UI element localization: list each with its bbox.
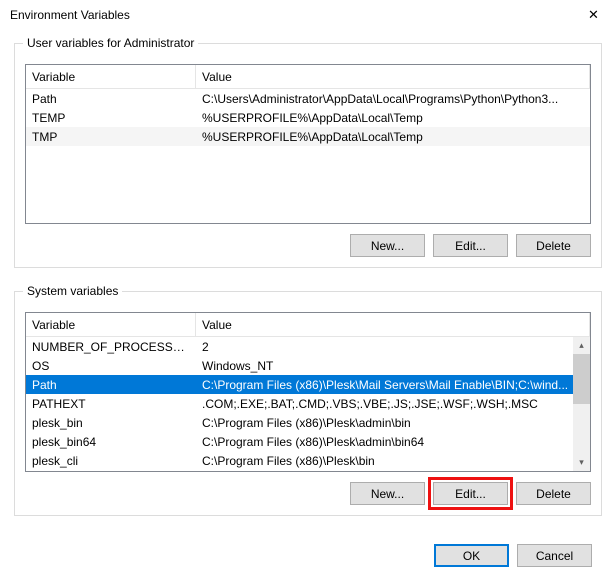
system-buttons-row: New... Edit... Delete — [25, 482, 591, 505]
table-row[interactable]: plesk_bin64 C:\Program Files (x86)\Plesk… — [26, 432, 590, 451]
system-group-legend: System variables — [23, 284, 122, 298]
scroll-down-icon[interactable]: ▾ — [573, 454, 590, 471]
user-group-legend: User variables for Administrator — [23, 36, 198, 50]
user-delete-button[interactable]: Delete — [516, 234, 591, 257]
table-row[interactable]: plesk_cli C:\Program Files (x86)\Plesk\b… — [26, 451, 590, 470]
table-row-selected[interactable]: Path C:\Program Files (x86)\Plesk\Mail S… — [26, 375, 590, 394]
user-list-header: Variable Value — [26, 65, 590, 89]
scroll-thumb[interactable] — [573, 354, 590, 404]
system-delete-button[interactable]: Delete — [516, 482, 591, 505]
table-row[interactable]: plesk_bin C:\Program Files (x86)\Plesk\a… — [26, 413, 590, 432]
table-row[interactable]: PATHEXT .COM;.EXE;.BAT;.CMD;.VBS;.VBE;.J… — [26, 394, 590, 413]
user-buttons-row: New... Edit... Delete — [25, 234, 591, 257]
scroll-up-icon[interactable]: ▴ — [573, 337, 590, 354]
user-new-button[interactable]: New... — [350, 234, 425, 257]
titlebar: Environment Variables ✕ — [0, 0, 616, 30]
dialog-buttons: OK Cancel — [434, 544, 592, 567]
table-row[interactable]: OS Windows_NT — [26, 356, 590, 375]
table-row[interactable]: NUMBER_OF_PROCESSORS 2 — [26, 337, 590, 356]
user-variables-group: User variables for Administrator Variabl… — [14, 36, 602, 268]
table-row[interactable]: TMP %USERPROFILE%\AppData\Local\Temp — [26, 127, 590, 146]
window-title: Environment Variables — [10, 8, 130, 22]
scroll-track[interactable] — [573, 354, 590, 454]
system-header-variable[interactable]: Variable — [26, 313, 196, 336]
system-variables-list[interactable]: Variable Value NUMBER_OF_PROCESSORS 2 OS… — [25, 312, 591, 472]
close-button[interactable]: ✕ — [571, 0, 616, 30]
system-list-scrollbar[interactable]: ▴ ▾ — [573, 337, 590, 471]
table-row[interactable]: TEMP %USERPROFILE%\AppData\Local\Temp — [26, 108, 590, 127]
system-list-body: NUMBER_OF_PROCESSORS 2 OS Windows_NT Pat… — [26, 337, 590, 470]
user-variables-list[interactable]: Variable Value Path C:\Users\Administrat… — [25, 64, 591, 224]
user-header-variable[interactable]: Variable — [26, 65, 196, 88]
system-header-value[interactable]: Value — [196, 313, 590, 336]
user-edit-button[interactable]: Edit... — [433, 234, 508, 257]
table-row[interactable]: Path C:\Users\Administrator\AppData\Loca… — [26, 89, 590, 108]
user-header-value[interactable]: Value — [196, 65, 590, 88]
cancel-button[interactable]: Cancel — [517, 544, 592, 567]
system-edit-button[interactable]: Edit... — [433, 482, 508, 505]
user-list-body: Path C:\Users\Administrator\AppData\Loca… — [26, 89, 590, 146]
system-new-button[interactable]: New... — [350, 482, 425, 505]
close-icon: ✕ — [588, 7, 599, 23]
system-list-header: Variable Value — [26, 313, 590, 337]
system-variables-group: System variables Variable Value NUMBER_O… — [14, 284, 602, 516]
ok-button[interactable]: OK — [434, 544, 509, 567]
